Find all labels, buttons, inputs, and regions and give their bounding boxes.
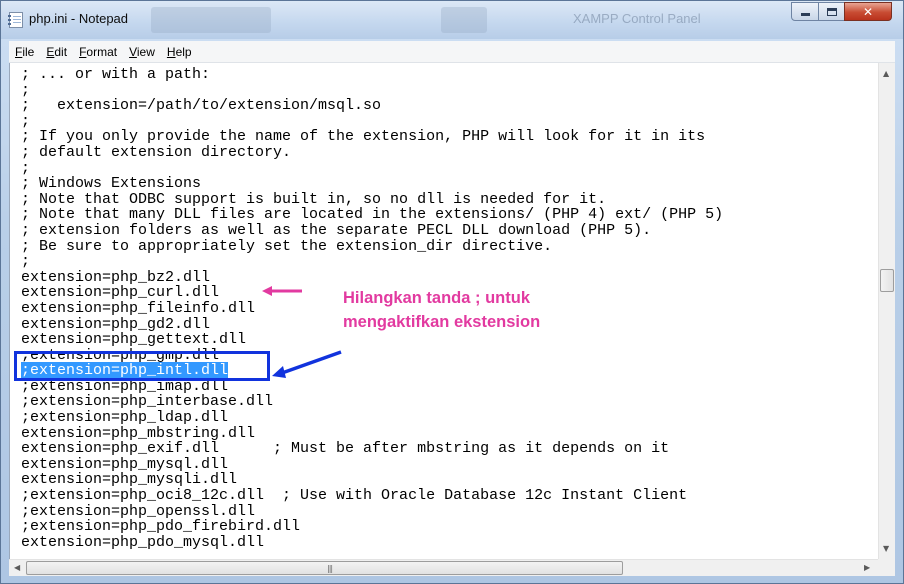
annotation-arrows	[262, 286, 342, 378]
blue-arrow-icon	[272, 350, 342, 378]
pink-arrow-icon	[262, 286, 302, 296]
